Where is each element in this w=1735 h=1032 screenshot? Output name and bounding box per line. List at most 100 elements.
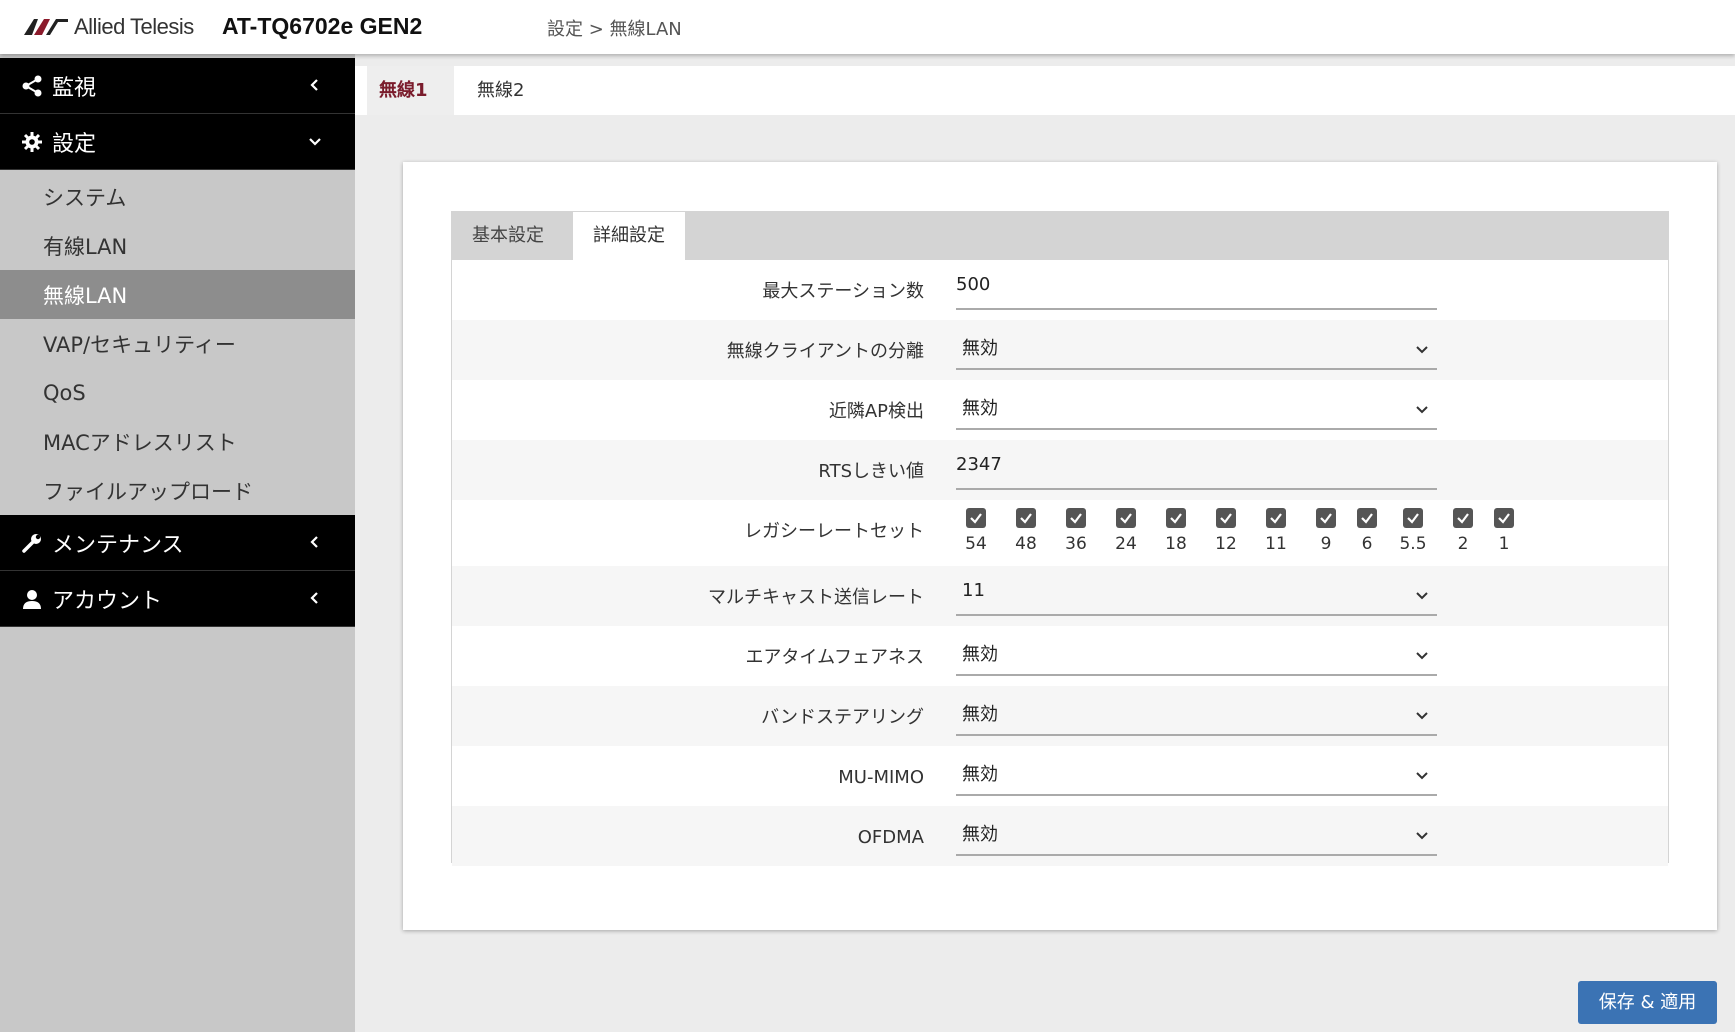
- checkbox[interactable]: [1166, 508, 1186, 528]
- checkbox[interactable]: [1494, 508, 1514, 528]
- nav-monitor-label: 監視: [52, 75, 97, 101]
- chevron-down-icon: [1416, 652, 1428, 660]
- rate-12[interactable]: 12: [1206, 508, 1246, 554]
- airtime-fairness-label: エアタイムフェアネス: [745, 647, 924, 668]
- ofdma-label: OFDMA: [857, 827, 924, 848]
- rts-threshold-value: 2347: [956, 454, 1002, 475]
- rate-label: 54: [965, 534, 987, 554]
- multicast-rate-value: 11: [962, 580, 985, 601]
- checkbox[interactable]: [1116, 508, 1136, 528]
- chevron-down-icon: [1416, 712, 1428, 720]
- mu-mimo-select[interactable]: 無効: [956, 754, 1437, 796]
- client-isolation-label: 無線クライアントの分離: [726, 341, 924, 362]
- nav-settings-label: 設定: [52, 131, 97, 157]
- top-header: Allied Telesis AT-TQ6702e GEN2 設定 > 無線LA…: [0, 0, 1735, 54]
- rate-36[interactable]: 36: [1056, 508, 1096, 554]
- sidebar-item-wireless-lan[interactable]: 無線LAN: [0, 270, 355, 319]
- checkbox[interactable]: [966, 508, 986, 528]
- sidebar-item-wired-lan[interactable]: 有線LAN: [0, 221, 355, 270]
- nav-account-label: アカウント: [52, 588, 163, 614]
- rts-threshold-input[interactable]: 2347: [956, 448, 1437, 490]
- airtime-fairness-select[interactable]: 無効: [956, 634, 1437, 676]
- check-icon: [1120, 513, 1132, 524]
- chevron-left-icon: [310, 592, 318, 604]
- client-isolation-select[interactable]: 無効: [956, 328, 1437, 370]
- rts-threshold-label: RTSしきい値: [818, 461, 924, 482]
- rate-6[interactable]: 6: [1347, 508, 1387, 554]
- sidebar-item-vap-security[interactable]: VAP/セキュリティー: [0, 319, 355, 368]
- max-stations-value: 500: [956, 274, 991, 295]
- rate-label: 48: [1015, 534, 1037, 554]
- band-steering-select[interactable]: 無効: [956, 694, 1437, 736]
- checkbox[interactable]: [1316, 508, 1336, 528]
- form-row-mu-mimo: MU-MIMO 無効: [452, 746, 1668, 806]
- checkbox[interactable]: [1216, 508, 1236, 528]
- ofdma-select[interactable]: 無効: [956, 814, 1437, 856]
- nav-monitor[interactable]: 監視: [0, 58, 355, 114]
- tab-basic-settings[interactable]: 基本設定: [452, 212, 564, 260]
- form-row-rts-threshold: RTSしきい値 2347: [452, 440, 1668, 500]
- nav-account[interactable]: アカウント: [0, 571, 355, 627]
- nav-settings[interactable]: 設定: [0, 114, 355, 170]
- tab-advanced-settings[interactable]: 詳細設定: [573, 212, 685, 260]
- checkbox[interactable]: [1066, 508, 1086, 528]
- checkbox[interactable]: [1453, 508, 1473, 528]
- check-icon: [1220, 513, 1232, 524]
- mu-mimo-label: MU-MIMO: [838, 767, 924, 788]
- rate-24[interactable]: 24: [1106, 508, 1146, 554]
- checkbox[interactable]: [1403, 508, 1423, 528]
- checkbox[interactable]: [1016, 508, 1036, 528]
- rate-2[interactable]: 2: [1443, 508, 1483, 554]
- settings-card: 基本設定 詳細設定 最大ステーション数 500 無線クライアントの分離 無効 近…: [403, 162, 1717, 930]
- max-stations-input[interactable]: 500: [956, 268, 1437, 310]
- form-row-airtime-fairness: エアタイムフェアネス 無効: [452, 626, 1668, 686]
- rate-9[interactable]: 9: [1306, 508, 1346, 554]
- chevron-down-icon: [309, 138, 321, 146]
- checkbox[interactable]: [1266, 508, 1286, 528]
- check-icon: [1020, 513, 1032, 524]
- rate-label: 36: [1065, 534, 1087, 554]
- neighbor-ap-value: 無効: [962, 398, 998, 419]
- tab-radio2[interactable]: 無線2: [465, 66, 536, 115]
- check-icon: [1320, 513, 1332, 524]
- rate-label: 11: [1265, 534, 1287, 554]
- form-row-max-stations: 最大ステーション数 500: [452, 260, 1668, 320]
- chevron-down-icon: [1416, 772, 1428, 780]
- check-icon: [1361, 513, 1373, 524]
- rate-label: 18: [1165, 534, 1187, 554]
- mu-mimo-value: 無効: [962, 764, 998, 785]
- rate-18[interactable]: 18: [1156, 508, 1196, 554]
- sidebar-item-mac-address-list[interactable]: MACアドレスリスト: [0, 417, 355, 466]
- legacy-rates-label: レガシーレートセット: [744, 521, 924, 542]
- wrench-icon: [20, 531, 44, 555]
- check-icon: [1070, 513, 1082, 524]
- form-row-band-steering: バンドステアリング 無効: [452, 686, 1668, 746]
- ofdma-value: 無効: [962, 824, 998, 845]
- chevron-down-icon: [1416, 832, 1428, 840]
- logo-text: Allied Telesis: [74, 14, 194, 39]
- checkbox[interactable]: [1357, 508, 1377, 528]
- nav-maintenance[interactable]: メンテナンス: [0, 515, 355, 571]
- user-icon: [20, 587, 44, 611]
- rate-5-5[interactable]: 5.5: [1393, 508, 1433, 554]
- chevron-down-icon: [1416, 592, 1428, 600]
- sidebar-item-file-upload[interactable]: ファイルアップロード: [0, 466, 355, 515]
- form-row-client-isolation: 無線クライアントの分離 無効: [452, 320, 1668, 380]
- airtime-fairness-value: 無効: [962, 644, 998, 665]
- neighbor-ap-select[interactable]: 無効: [956, 388, 1437, 430]
- rate-1[interactable]: 1: [1484, 508, 1524, 554]
- multicast-rate-select[interactable]: 11: [956, 574, 1437, 616]
- rate-label: 6: [1361, 534, 1373, 554]
- breadcrumb: 設定 > 無線LAN: [547, 19, 682, 40]
- rate-48[interactable]: 48: [1006, 508, 1046, 554]
- form-rows: 最大ステーション数 500 無線クライアントの分離 無効 近隣AP検出 無効 R…: [452, 260, 1668, 866]
- gear-icon: [20, 130, 44, 154]
- save-apply-button[interactable]: 保存 & 適用: [1578, 981, 1717, 1024]
- sidebar-item-system[interactable]: システム: [0, 172, 355, 221]
- rate-11[interactable]: 11: [1256, 508, 1296, 554]
- check-icon: [1457, 513, 1469, 524]
- rate-54[interactable]: 54: [956, 508, 996, 554]
- tab-radio1[interactable]: 無線1: [367, 66, 454, 115]
- rate-label: 12: [1215, 534, 1237, 554]
- sidebar-item-qos[interactable]: QoS: [0, 368, 355, 417]
